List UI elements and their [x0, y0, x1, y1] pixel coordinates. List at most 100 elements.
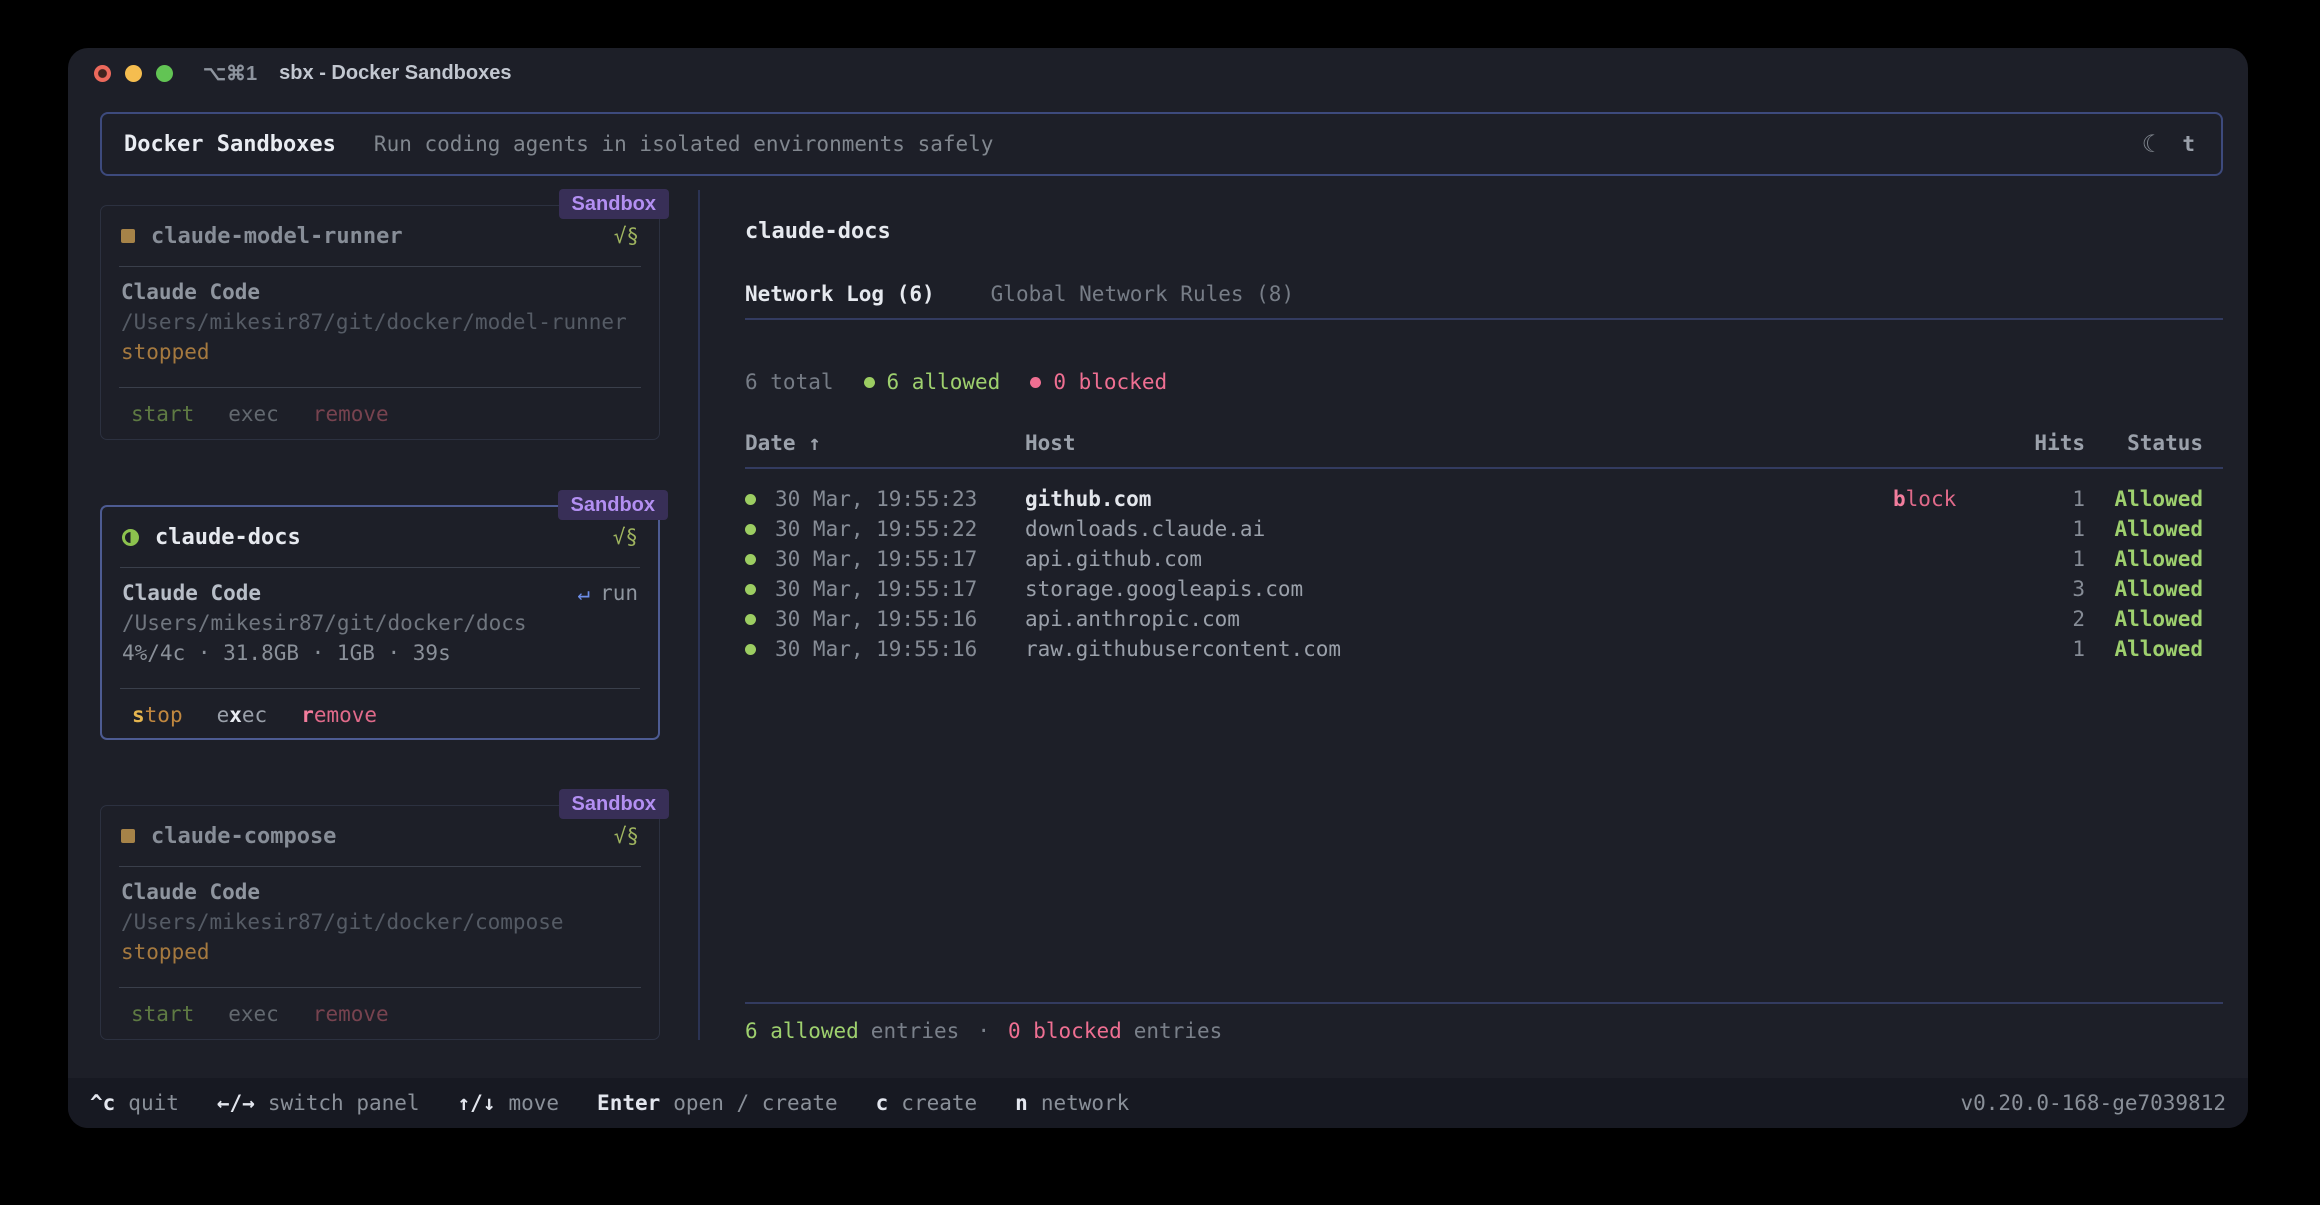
keybind-create[interactable]: ccreate — [876, 1091, 978, 1115]
panel-divider — [698, 190, 700, 1040]
network-log-row[interactable]: 30 Mar, 19:55:16 api.anthropic.com 2 All… — [745, 604, 2215, 634]
footer-divider — [745, 1002, 2223, 1004]
card-actions: start exec remove — [101, 388, 659, 440]
host-cell: raw.githubusercontent.com — [1025, 637, 1893, 661]
minimize-button[interactable] — [125, 65, 142, 82]
status-label: stopped — [121, 937, 639, 967]
project-path: /Users/mikesir87/git/docker/compose — [121, 907, 639, 937]
blocked-count: 0 blocked — [1030, 370, 1167, 394]
remove-button[interactable]: remove — [301, 703, 377, 727]
allowed-dot-icon — [745, 614, 775, 625]
detail-title: claude-docs — [745, 217, 891, 247]
footer-blocked-count: 0 blocked — [1008, 1019, 1122, 1043]
terminal-window: ⌥⌘1 sbx - Docker Sandboxes Docker Sandbo… — [68, 48, 2248, 1128]
start-button[interactable]: start — [131, 402, 194, 426]
col-hits[interactable]: Hits — [2005, 431, 2085, 455]
detail-tabs: Network Log (6) Global Network Rules (8) — [745, 279, 1294, 309]
network-log-rows: 30 Mar, 19:55:23 github.com block 1 Allo… — [745, 484, 2215, 664]
start-button[interactable]: start — [131, 1002, 194, 1026]
tab-shortcut: ⌥⌘1 — [203, 61, 257, 86]
keybind-network[interactable]: nnetwork — [1015, 1091, 1129, 1115]
network-log-row[interactable]: 30 Mar, 19:55:17 api.github.com 1 Allowe… — [745, 544, 2215, 574]
card-info: Claude Code /Users/mikesir87/git/docker/… — [101, 867, 659, 987]
host-cell: storage.googleapis.com — [1025, 577, 1893, 601]
allowed-dot-icon — [745, 644, 775, 655]
block-action-link[interactable]: block — [1893, 487, 2005, 511]
tab-network-log[interactable]: Network Log (6) — [745, 279, 935, 309]
sandbox-card-claude-compose[interactable]: Sandbox claude-compose √§ Claude Code /U… — [100, 805, 660, 1040]
run-hint-label: run — [600, 581, 638, 605]
tabs-divider — [745, 318, 2223, 320]
host-cell: github.com — [1025, 487, 1893, 511]
keybind-quit[interactable]: ^cquit — [90, 1091, 179, 1115]
hits-cell: 1 — [2005, 487, 2085, 511]
allowed-count: 6 allowed — [864, 370, 1001, 394]
log-summary: 6 total 6 allowed 0 blocked — [745, 367, 1167, 397]
check-glyphs: √§ — [614, 224, 639, 248]
sandbox-card-claude-docs[interactable]: Sandbox claude-docs √§ Claude Code ↵run … — [100, 505, 660, 740]
status-cell: Allowed — [2085, 487, 2215, 511]
col-host[interactable]: Host — [1025, 431, 1893, 455]
network-log-row[interactable]: 30 Mar, 19:55:16 raw.githubusercontent.c… — [745, 634, 2215, 664]
hits-cell: 2 — [2005, 607, 2085, 631]
run-hint[interactable]: ↵ run — [577, 578, 638, 608]
status-cell: Allowed — [2085, 577, 2215, 601]
return-key-icon: ↵ — [577, 581, 590, 605]
allowed-dot-icon — [745, 554, 775, 565]
app-title: Docker Sandboxes — [124, 132, 336, 157]
card-actions: stop exec remove — [102, 689, 658, 741]
project-path: /Users/mikesir87/git/docker/model-runner — [121, 307, 639, 337]
sandbox-name: claude-compose — [151, 824, 336, 849]
traffic-lights — [94, 65, 173, 82]
network-log-row[interactable]: 30 Mar, 19:55:17 storage.googleapis.com … — [745, 574, 2215, 604]
remove-button[interactable]: remove — [313, 1002, 389, 1026]
exec-button[interactable]: exec — [228, 1002, 279, 1026]
tab-global-network-rules[interactable]: Global Network Rules (8) — [991, 279, 1294, 309]
sandbox-card-claude-model-runner[interactable]: Sandbox claude-model-runner √§ Claude Co… — [100, 205, 660, 440]
host-cell: api.github.com — [1025, 547, 1893, 571]
running-status-icon — [122, 529, 139, 546]
table-header-divider — [745, 467, 2223, 469]
exec-button[interactable]: exec — [228, 402, 279, 426]
stop-button[interactable]: stop — [132, 703, 183, 727]
host-cell: downloads.claude.ai — [1025, 517, 1893, 541]
resource-stats: 4%/4c · 31.8GB · 1GB · 39s — [122, 638, 638, 668]
agent-label: Claude Code — [121, 277, 260, 307]
status-cell: Allowed — [2085, 607, 2215, 631]
exec-button[interactable]: exec — [217, 703, 268, 727]
status-cell: Allowed — [2085, 547, 2215, 571]
network-log-row[interactable]: 30 Mar, 19:55:23 github.com block 1 Allo… — [745, 484, 2215, 514]
keybind-switch-panel[interactable]: ←/→switch panel — [217, 1091, 420, 1115]
status-cell: Allowed — [2085, 637, 2215, 661]
stopped-square-icon — [121, 229, 135, 243]
keybind-open-create[interactable]: Enteropen / create — [597, 1091, 838, 1115]
detail-panel: claude-docs Network Log (6) Global Netwo… — [745, 48, 2215, 1128]
dot-separator: · — [977, 1019, 990, 1043]
log-footer: 6 allowedentries·0 blockedentries — [745, 1016, 1222, 1046]
maximize-button[interactable] — [156, 65, 173, 82]
keybind-move[interactable]: ↑/↓move — [458, 1091, 560, 1115]
table-header: Date ↑ Host Hits Status — [745, 428, 2215, 458]
allowed-dot-icon — [745, 524, 775, 535]
card-info: Claude Code ↵ run /Users/mikesir87/git/do… — [102, 568, 658, 688]
project-path: /Users/mikesir87/git/docker/docs — [122, 608, 638, 638]
close-button[interactable] — [94, 65, 111, 82]
status-label: stopped — [121, 337, 639, 367]
stopped-square-icon — [121, 829, 135, 843]
remove-button[interactable]: remove — [313, 402, 389, 426]
sandbox-name: claude-model-runner — [151, 224, 403, 249]
network-log-row[interactable]: 30 Mar, 19:55:22 downloads.claude.ai 1 A… — [745, 514, 2215, 544]
hits-cell: 1 — [2005, 517, 2085, 541]
col-date[interactable]: Date ↑ — [745, 431, 1025, 455]
hits-cell: 1 — [2005, 547, 2085, 571]
agent-label: Claude Code — [122, 578, 261, 608]
status-bar: ^cquit ←/→switch panel ↑/↓move Enteropen… — [68, 1078, 2248, 1128]
blocked-dot-icon — [1030, 377, 1041, 388]
sandbox-badge: Sandbox — [559, 189, 669, 219]
col-status[interactable]: Status — [2085, 431, 2215, 455]
sandbox-badge: Sandbox — [558, 490, 668, 520]
version-label: v0.20.0-168-ge7039812 — [1960, 1091, 2226, 1115]
allowed-dot-icon — [745, 584, 775, 595]
agent-label: Claude Code — [121, 877, 260, 907]
allowed-dot-icon — [864, 377, 875, 388]
